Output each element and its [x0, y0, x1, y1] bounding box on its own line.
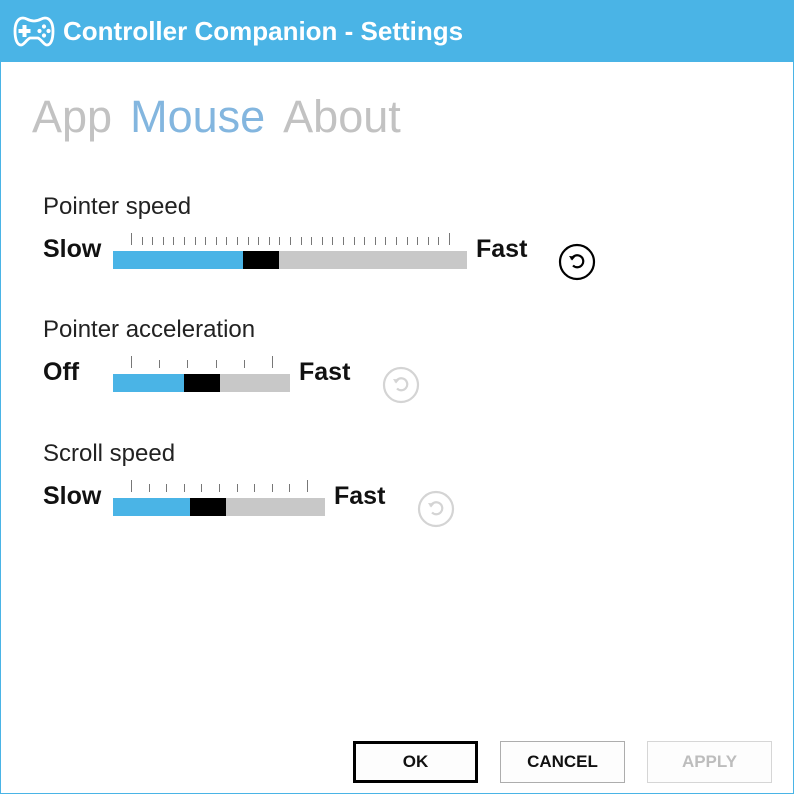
- tab-mouse[interactable]: Mouse: [130, 91, 265, 143]
- ok-button[interactable]: OK: [353, 741, 478, 783]
- pointer-speed-max-label: Fast: [476, 235, 528, 263]
- pointer-acceleration-slider[interactable]: [113, 356, 290, 392]
- gamepad-icon: [13, 16, 55, 47]
- pointer-acceleration-ticks: [131, 356, 273, 368]
- pointer-acceleration-fill: [113, 374, 184, 392]
- scroll-speed-slider[interactable]: [113, 480, 325, 516]
- pointer-acceleration-label: Pointer acceleration: [43, 316, 256, 343]
- scroll-speed-min-label: Slow: [43, 482, 102, 510]
- scroll-speed-track: [113, 498, 325, 516]
- settings-tabs: App Mouse About: [32, 91, 419, 143]
- scroll-speed-ticks: [131, 480, 308, 492]
- tab-app[interactable]: App: [32, 91, 112, 143]
- pointer-speed-thumb[interactable]: [243, 251, 279, 269]
- pointer-acceleration-min-label: Off: [43, 358, 80, 386]
- pointer-acceleration-reset-icon[interactable]: [382, 366, 420, 404]
- settings-window: Controller Companion - Settings App Mouse…: [0, 0, 794, 794]
- pointer-speed-slider[interactable]: [113, 233, 467, 269]
- scroll-speed-thumb[interactable]: [190, 498, 226, 516]
- tab-about[interactable]: About: [283, 91, 401, 143]
- scroll-speed-fill: [113, 498, 190, 516]
- pointer-speed-min-label: Slow: [43, 235, 102, 263]
- pointer-speed-fill: [113, 251, 243, 269]
- pointer-speed-reset-icon[interactable]: [558, 243, 596, 281]
- pointer-acceleration-max-label: Fast: [299, 358, 351, 386]
- scroll-speed-max-label: Fast: [334, 482, 386, 510]
- pointer-acceleration-track: [113, 374, 290, 392]
- scroll-speed-reset-icon[interactable]: [417, 490, 455, 528]
- pointer-acceleration-thumb[interactable]: [184, 374, 220, 392]
- scroll-speed-label: Scroll speed: [43, 440, 176, 467]
- pointer-speed-ticks: [131, 233, 450, 245]
- apply-button[interactable]: APPLY: [647, 741, 772, 783]
- pointer-speed-track: [113, 251, 467, 269]
- cancel-button[interactable]: CANCEL: [500, 741, 625, 783]
- pointer-speed-label: Pointer speed: [43, 193, 192, 220]
- window-title: Controller Companion - Settings: [63, 16, 464, 46]
- title-bar: Controller Companion - Settings: [1, 1, 793, 62]
